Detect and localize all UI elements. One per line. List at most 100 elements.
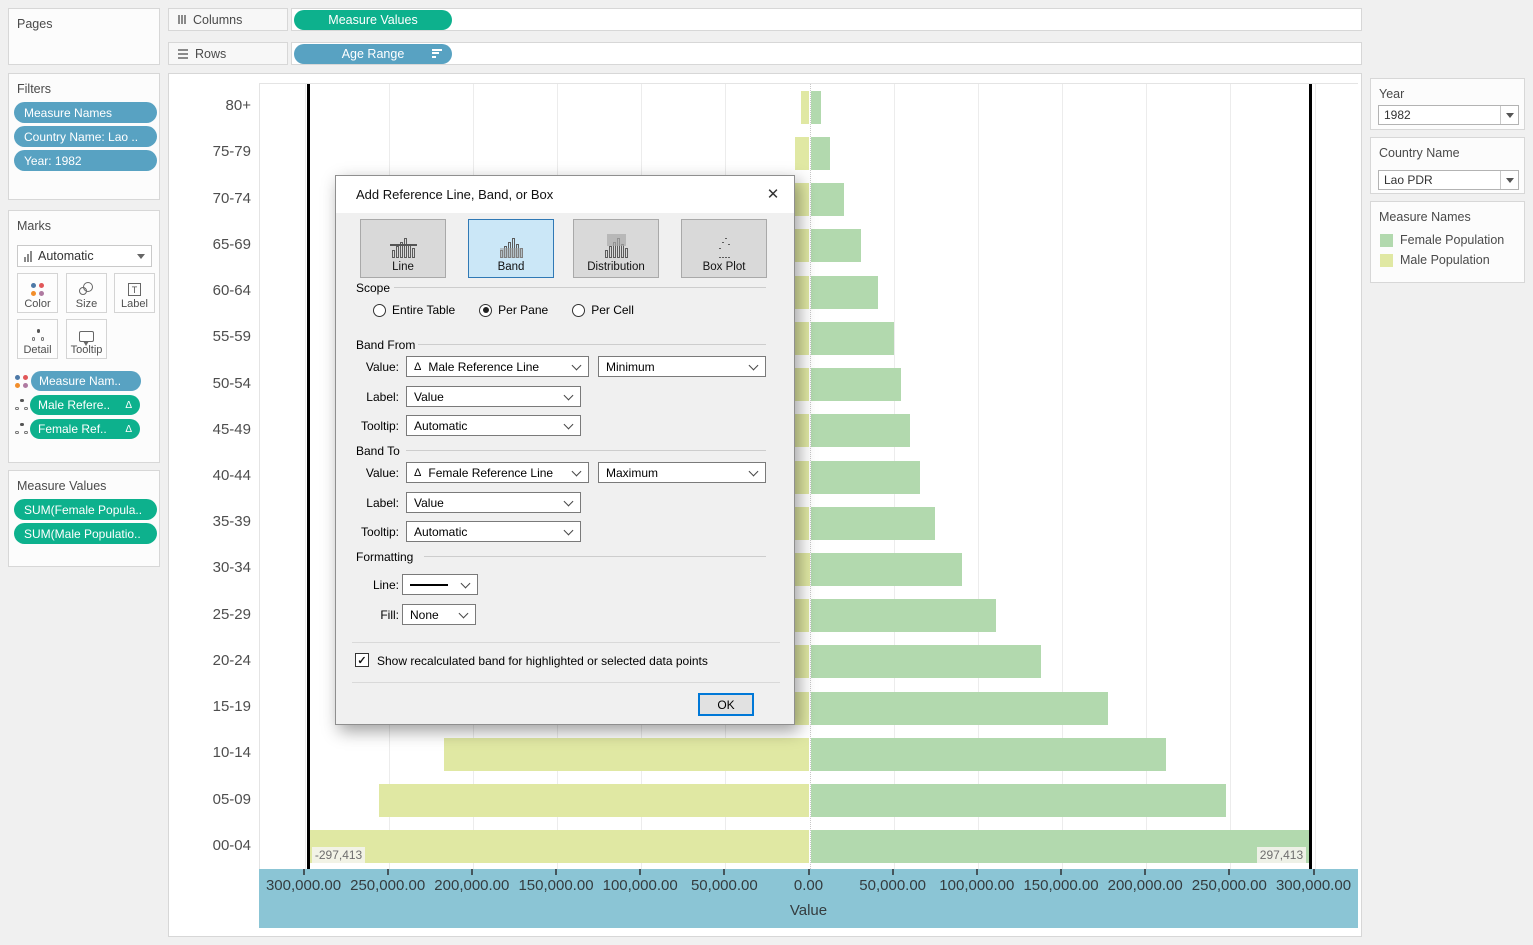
bar-male-80plus[interactable] — [801, 91, 810, 124]
year-value: 1982 — [1384, 108, 1411, 122]
row-label-15-19: 15-19 — [169, 698, 251, 715]
mark-button-tooltip[interactable]: Tooltip — [66, 319, 107, 359]
bar-female-05-09[interactable] — [811, 784, 1227, 817]
dialog-titlebar[interactable]: Add Reference Line, Band, or Box — [336, 176, 794, 213]
bar-female-50-54[interactable] — [811, 368, 902, 401]
mark-type-dropdown[interactable]: Automatic — [17, 245, 152, 267]
band-to-tooltip-dropdown[interactable]: Automatic — [406, 521, 581, 542]
mark-button-label: Color — [24, 298, 50, 310]
rows-shelf[interactable]: Age Range — [291, 42, 1362, 65]
row-label-80plus: 80+ — [169, 97, 251, 114]
chevron-down-icon — [1506, 178, 1514, 183]
scope-radio-per-cell[interactable]: Per Cell — [572, 303, 634, 317]
dropdown-button[interactable] — [1500, 106, 1518, 124]
columns-shelf[interactable]: Measure Values — [291, 8, 1362, 31]
row-label-20-24: 20-24 — [169, 652, 251, 669]
pill-measure-names[interactable]: Measure Names — [14, 102, 157, 123]
bar-female-75-79[interactable] — [811, 137, 831, 170]
band-to-aggregation-dropdown[interactable]: Maximum — [598, 462, 766, 483]
mark-button-label[interactable]: TLabel — [114, 273, 155, 313]
rows-pill-age-range[interactable]: Age Range — [294, 44, 452, 64]
mark-button-color[interactable]: Color — [17, 273, 58, 313]
band-from-value-dropdown[interactable]: Δ Male Reference Line — [406, 356, 589, 377]
mark-button-label: Label — [121, 298, 148, 310]
dialog-title: Add Reference Line, Band, or Box — [356, 187, 553, 202]
detail-icon — [15, 399, 27, 412]
bar-female-55-59[interactable] — [811, 322, 894, 355]
bar-female-30-34[interactable] — [811, 553, 963, 586]
band-from-label-label: Label: — [336, 390, 399, 404]
country-card-title: Country Name — [1371, 138, 1524, 160]
axis-tick — [1060, 869, 1062, 875]
axis-tick-label: 0.00 — [794, 877, 823, 894]
columns-shelf-label: Columns — [168, 8, 288, 31]
reference-type-tab-distribution[interactable]: Distribution — [573, 219, 659, 278]
reference-line[interactable] — [307, 84, 310, 869]
reference-type-tab-line[interactable]: Line — [360, 219, 446, 278]
close-icon[interactable]: ✕ — [760, 182, 786, 206]
bar-female-20-24[interactable] — [811, 645, 1042, 678]
bar-female-00-04[interactable] — [811, 830, 1312, 863]
band-from-label-value: Value — [414, 390, 444, 404]
scope-radio-per-pane[interactable]: Per Pane — [479, 303, 548, 317]
bar-female-35-39[interactable] — [811, 507, 936, 540]
scope-radio-group: Entire Table Per Pane Per Cell — [373, 303, 634, 317]
legend-items: Female Population Male Population — [1371, 230, 1524, 270]
value-axis-highlighted[interactable]: 300,000.00250,000.00200,000.00150,000.00… — [259, 869, 1358, 928]
fill-dropdown[interactable]: None — [402, 604, 476, 625]
marks-pill-female-ref-[interactable]: Female Ref..Δ — [30, 419, 140, 439]
year-dropdown[interactable]: 1982 — [1378, 105, 1519, 125]
bar-female-10-14[interactable] — [811, 738, 1166, 771]
reference-type-tab-band[interactable]: Band — [468, 219, 554, 278]
dropdown-button[interactable] — [1500, 171, 1518, 189]
axis-tick-label: 250,000.00 — [350, 877, 425, 894]
ok-button[interactable]: OK — [698, 693, 754, 716]
bar-female-60-64[interactable] — [811, 276, 878, 309]
legend-label: Female Population — [1400, 233, 1504, 247]
pill-year-1982[interactable]: Year: 1982 — [14, 150, 157, 171]
bar-male-75-79[interactable] — [795, 137, 810, 170]
color-icon — [31, 283, 44, 296]
band-from-aggregation-dropdown[interactable]: Minimum — [598, 356, 766, 377]
bar-male-00-04[interactable] — [309, 830, 810, 863]
marks-pill-male-refere-[interactable]: Male Refere..Δ — [30, 395, 140, 415]
marks-pill-measure-nam-[interactable]: Measure Nam.. — [31, 371, 141, 391]
band-from-label-dropdown[interactable]: Value — [406, 386, 581, 407]
bar-female-25-29[interactable] — [811, 599, 996, 632]
bar-female-15-19[interactable] — [811, 692, 1109, 725]
pill-sum-male-populatio-[interactable]: SUM(Male Populatio.. — [14, 523, 157, 544]
recalculated-band-checkbox[interactable]: ✓ — [355, 653, 369, 667]
line-style-dropdown[interactable] — [402, 574, 478, 595]
axis-tick — [555, 869, 557, 875]
tab-label: Distribution — [587, 261, 645, 273]
pill-country-name-lao-[interactable]: Country Name: Lao .. — [14, 126, 157, 147]
bar-female-45-49[interactable] — [811, 414, 910, 447]
pill-label: Measure Names — [24, 106, 112, 120]
row-label-65-69: 65-69 — [169, 236, 251, 253]
pill-label: Measure Nam.. — [39, 374, 133, 388]
scope-radio-entire-table[interactable]: Entire Table — [373, 303, 455, 317]
band-to-label-dropdown[interactable]: Value — [406, 492, 581, 513]
country-dropdown[interactable]: Lao PDR — [1378, 170, 1519, 190]
measure-values-title: Measure Values — [9, 471, 159, 493]
band-from-tooltip-dropdown[interactable]: Automatic — [406, 415, 581, 436]
legend-item-male-population[interactable]: Male Population — [1371, 250, 1524, 270]
reference-line[interactable] — [1309, 84, 1312, 869]
band-to-value-dropdown[interactable]: Δ Female Reference Line — [406, 462, 589, 483]
bar-female-40-44[interactable] — [811, 461, 920, 494]
mark-button-detail[interactable]: Detail — [17, 319, 58, 359]
sort-descending-icon[interactable] — [432, 49, 442, 58]
gridline — [1315, 84, 1316, 869]
band-from-aggregation: Minimum — [606, 360, 655, 374]
columns-pill-measure-values[interactable]: Measure Values — [294, 10, 452, 30]
bar-female-65-69[interactable] — [811, 229, 862, 262]
bar-female-80plus[interactable] — [811, 91, 822, 124]
axis-tick-label: 150,000.00 — [518, 877, 593, 894]
bar-male-05-09[interactable] — [379, 784, 809, 817]
reference-type-tab-box-plot[interactable]: Box Plot — [681, 219, 767, 278]
bar-male-10-14[interactable] — [444, 738, 809, 771]
mark-button-size[interactable]: Size — [66, 273, 107, 313]
legend-item-female-population[interactable]: Female Population — [1371, 230, 1524, 250]
pill-sum-female-popula-[interactable]: SUM(Female Popula.. — [14, 499, 157, 520]
bar-female-70-74[interactable] — [811, 183, 845, 216]
